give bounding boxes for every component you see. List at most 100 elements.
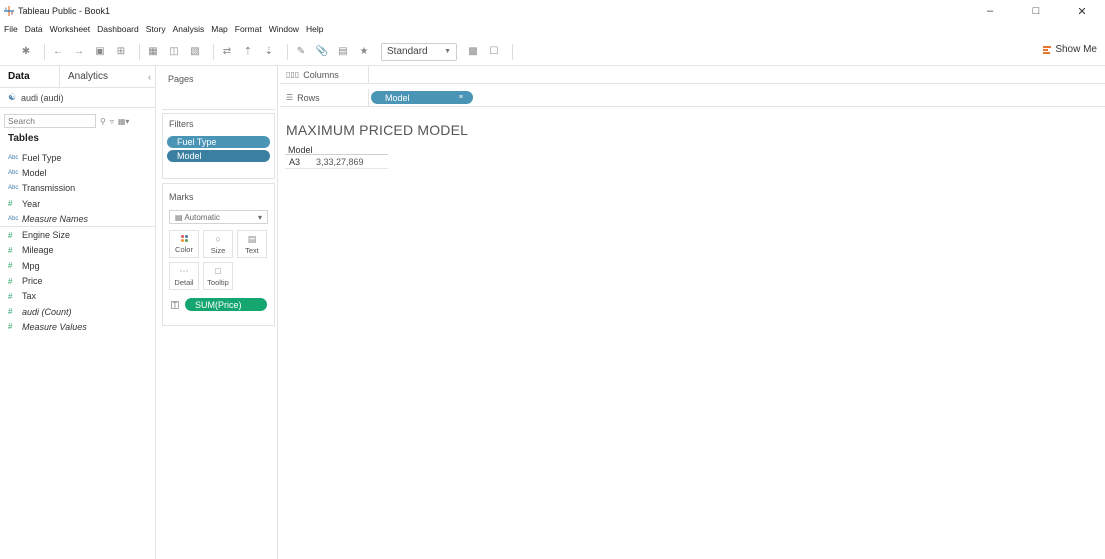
clear-sheet-icon[interactable]: ▧ [187,44,203,60]
toolbar-divider [44,43,45,60]
columns-shelf[interactable]: ▯▯▯ Columns [280,65,1105,84]
string-type-icon: Abc [8,169,19,176]
size-icon: ○ [215,233,221,244]
filter-icon[interactable]: ▿ [110,117,114,126]
tableau-home-icon[interactable]: ✱ [18,44,34,60]
marks-card: Marks ▤ Automatic ▾ Color ○ Size ▤ Text … [162,183,275,326]
sort-descending-icon[interactable]: ⇣ [261,44,277,60]
field-engine-size[interactable]: # Engine Size [0,227,155,242]
save-icon[interactable]: ▣ [92,44,108,60]
field-label: Mpg [22,260,40,271]
show-mark-labels-icon[interactable]: ▤ [335,44,351,60]
field-mpg[interactable]: # Mpg [0,258,155,273]
number-type-icon: # [8,199,13,209]
group-members-icon[interactable]: 📎 [314,44,330,60]
rows-pill-label: Model [385,92,410,103]
marks-buttons: Color ○ Size ▤ Text ⋯ Detail □ Tooltip [169,230,268,290]
rows-label-text: Rows [297,92,320,103]
field-audi-count[interactable]: # audi (Count) [0,304,155,319]
menu-dashboard[interactable]: Dashboard [97,24,139,34]
swap-rows-columns-icon[interactable]: ⇄ [219,44,235,60]
field-label: Tax [22,291,37,302]
menu-story[interactable]: Story [146,24,166,34]
search-icon[interactable]: ⚲ [100,117,106,126]
close-button[interactable]: ✕ [1059,0,1105,22]
rows-shelf[interactable]: ☰ Rows Model ≡ [280,88,1105,107]
search-tools: ⚲ ▿ ▦▾ [100,117,133,126]
back-arrow-icon[interactable]: ← [50,44,66,60]
rows-pill-model[interactable]: Model ≡ [371,91,473,104]
datasource-label: audi (audi) [21,92,64,103]
maximize-button[interactable]: □ [1013,0,1059,22]
sort-ascending-icon[interactable]: ⇡ [240,44,256,60]
pages-card[interactable]: Pages [162,66,275,110]
menu-analysis[interactable]: Analysis [173,24,205,34]
string-type-icon: Abc [8,154,19,161]
toolbar-divider [139,43,140,60]
sum-price-pill[interactable]: SUM(Price) [185,298,267,311]
view-options-icon[interactable]: ▦▾ [118,117,130,126]
table-row[interactable]: A3 3,33,27,869 [289,157,389,167]
collapse-pane-icon[interactable]: ‹ [148,72,151,82]
chevron-down-icon: ▾ [257,212,262,222]
presentation-mode-icon[interactable]: ☐ [486,44,502,60]
tab-data[interactable]: Data [0,65,60,88]
show-cards-icon[interactable]: ▩ [465,44,481,60]
field-price[interactable]: # Price [0,273,155,288]
field-list: Abc Fuel Type Abc Model Abc Transmission # Y… [0,150,155,335]
menu-window[interactable]: Window [269,24,299,34]
number-type-icon: # [8,230,13,240]
color-button-label: Color [175,244,193,254]
field-mileage[interactable]: # Mileage [0,243,155,258]
filter-pill-model[interactable]: Model [167,150,270,162]
color-palette-icon [180,234,188,242]
text-encoding-icon[interactable]: T [171,300,179,309]
row-value: 3,33,27,869 [316,157,364,167]
new-worksheet-icon[interactable]: ▦ [145,44,161,60]
filters-card[interactable]: Filters Fuel Type Model [162,113,275,179]
highlight-icon[interactable]: ✎ [293,44,309,60]
cards-column: Pages Filters Fuel Type Model Marks ▤ Au… [160,66,278,559]
search-input[interactable] [4,114,96,128]
field-year[interactable]: # Year [0,196,155,211]
chevron-down-icon: ▼ [444,48,451,55]
fit-select[interactable]: Standard ▼ [381,42,457,61]
tab-analytics[interactable]: Analytics [60,66,116,88]
size-button-label: Size [210,245,226,255]
field-transmission[interactable]: Abc Transmission [0,181,155,196]
number-type-icon: # [8,245,13,255]
menu-worksheet[interactable]: Worksheet [50,24,90,34]
menu-help[interactable]: Help [306,24,323,34]
sort-icon: ≡ [458,94,463,101]
color-button[interactable]: Color [169,230,199,258]
duplicate-sheet-icon[interactable]: ◫ [166,44,182,60]
menu-file[interactable]: File [4,24,18,34]
field-tax[interactable]: # Tax [0,289,155,304]
marks-card-title: Marks [169,192,194,202]
size-button[interactable]: ○ Size [203,230,233,258]
field-measure-names[interactable]: Abc Measure Names [0,211,155,226]
toolbar: ✱ ← → ▣ ⊞ ▦ ◫ ▧ ⇄ ⇡ ⇣ ✎ 📎 ▤ ★ Standard ▼… [0,38,1105,66]
toolbar-divider [213,43,214,60]
string-type-icon: Abc [8,185,19,192]
show-me-button[interactable]: Show Me [1043,44,1097,55]
tooltip-button[interactable]: □ Tooltip [203,262,233,290]
field-fuel-type[interactable]: Abc Fuel Type [0,150,155,165]
detail-button[interactable]: ⋯ Detail [169,262,199,290]
fix-axes-icon[interactable]: ★ [356,44,372,60]
field-label: Measure Names [22,213,89,224]
menu-data[interactable]: Data [25,24,43,34]
menu-format[interactable]: Format [235,24,262,34]
minimize-button[interactable]: – [967,0,1013,22]
filter-pill-fuel-type[interactable]: Fuel Type [167,136,270,148]
tables-heading: Tables [8,133,39,144]
mark-type-select[interactable]: ▤ Automatic ▾ [169,210,268,224]
field-measure-values[interactable]: # Measure Values [0,319,155,334]
menu-map[interactable]: Map [211,24,228,34]
add-datasource-icon[interactable]: ⊞ [113,44,129,60]
forward-arrow-icon[interactable]: → [71,44,87,60]
field-model[interactable]: Abc Model [0,165,155,180]
field-label: Engine Size [22,230,71,241]
text-button[interactable]: ▤ Text [237,230,267,258]
datasource-item[interactable]: ☯ audi (audi) [0,88,155,108]
